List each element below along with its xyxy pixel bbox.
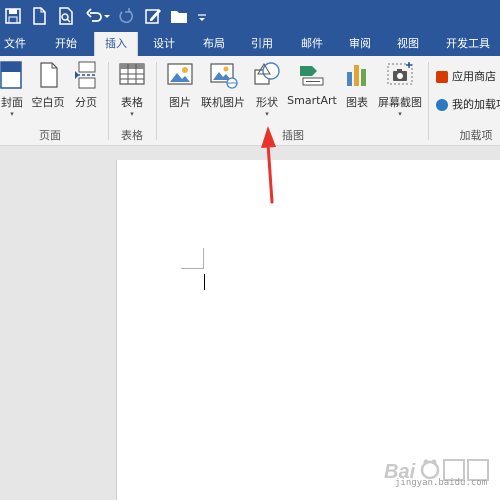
margin-marker [203,248,204,269]
group-divider [108,62,109,140]
open-folder-icon[interactable] [168,5,190,27]
page-break-button[interactable]: 分页 [70,60,102,110]
draw-table-icon[interactable] [142,5,164,27]
cover-page-button[interactable]: 封面 ▾ [0,60,28,119]
group-divider [428,62,429,140]
customize-toolbar-icon[interactable] [196,5,208,27]
margin-marker [181,268,203,269]
text-cursor [204,274,205,290]
chevron-down-icon: ▾ [398,110,402,118]
tab-references[interactable]: 引用 [246,32,278,56]
screenshot-label: 屏幕截图 [378,96,422,109]
tab-view[interactable]: 视图 [392,32,424,56]
tab-home[interactable]: 开始 [48,32,84,56]
table-icon [119,63,145,85]
blank-page-label: 空白页 [31,96,65,109]
pages-group-label: 页面 [39,129,61,142]
group-divider [156,62,157,140]
watermark-text: jingyan.baidu.com [395,478,488,488]
pictures-button[interactable]: 图片 [164,60,196,110]
tab-layout[interactable]: 布局 [198,32,230,56]
picture-icon [167,63,193,85]
smartart-icon [300,66,324,86]
redo-icon[interactable] [114,5,136,27]
new-document-icon[interactable] [28,5,50,27]
cover-page-icon [0,61,22,89]
tab-mailings[interactable]: 邮件 [296,32,328,56]
online-pictures-label: 联机图片 [201,96,245,109]
table-group-label: 表格 [121,129,143,142]
online-pictures-button[interactable]: 联机图片 [198,60,248,110]
document-page[interactable] [116,160,500,500]
tab-design[interactable]: 设计 [148,32,180,56]
ribbon-tabs: 文件 开始 插入 设计 布局 引用 邮件 审阅 视图 开发工具 [0,32,500,56]
chevron-down-icon: ▾ [10,110,14,118]
smartart-label: SmartArt [287,94,337,107]
my-addins-button[interactable]: 我的加载项 [436,96,500,114]
addins-group-label: 加载项 [459,129,493,142]
shapes-icon [254,62,280,85]
tab-insert[interactable]: 插入 [94,32,138,56]
table-button[interactable]: 表格 ▾ [114,60,150,119]
tab-developer[interactable]: 开发工具 [440,32,496,56]
tab-review[interactable]: 审阅 [344,32,376,56]
tab-file[interactable]: 文件 [0,32,30,56]
shapes-label: 形状 [256,96,278,109]
blank-page-button[interactable]: 空白页 [30,60,66,110]
my-addins-icon [436,99,448,111]
page-break-icon [75,61,97,89]
save-icon[interactable] [2,5,24,27]
ribbon: 封面 ▾ 空白页 分页 页面 表格 ▾ 表格 图片 联机图片 形状 ▾ Smar… [0,56,500,146]
document-canvas [0,146,500,500]
quick-access-toolbar [0,0,500,32]
screenshot-button[interactable]: 屏幕截图 ▾ [376,60,424,119]
screenshot-icon [387,62,413,85]
illustrations-group-label: 插图 [282,129,304,142]
online-picture-icon [210,63,238,89]
chart-label: 图表 [346,96,368,109]
cover-page-label: 封面 [1,96,23,109]
my-addins-label: 我的加载项 [452,98,500,111]
smartart-button[interactable]: SmartArt [286,60,338,107]
store-label: 应用商店 [452,70,496,83]
chart-button[interactable]: 图表 [342,60,372,110]
shapes-button[interactable]: 形状 ▾ [251,60,283,119]
table-label: 表格 [121,96,143,109]
chart-icon [347,65,366,86]
page-break-label: 分页 [75,96,97,109]
blank-page-icon [40,62,58,88]
chevron-down-icon: ▾ [265,110,269,118]
store-button[interactable]: 应用商店 [436,68,496,86]
pictures-label: 图片 [169,96,191,109]
undo-dropdown-icon[interactable] [102,5,112,27]
chevron-down-icon: ▾ [130,110,134,118]
print-preview-icon[interactable] [55,5,77,27]
store-icon [436,71,448,83]
